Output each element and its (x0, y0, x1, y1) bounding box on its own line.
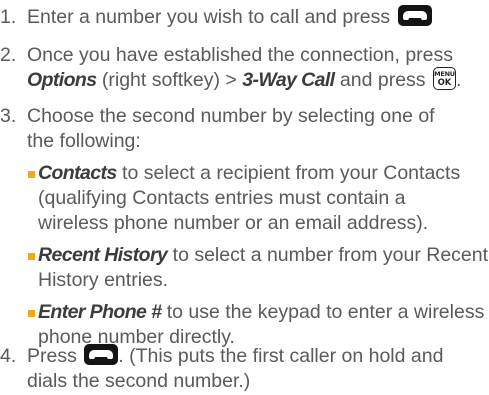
and-press-text: and press (334, 69, 426, 91)
ok-key-label: OK (437, 78, 452, 89)
bullet-term: Recent History (38, 244, 168, 266)
step-text-line-2: dials the second number.) (27, 370, 251, 392)
step-number: 1. (0, 6, 17, 28)
step-text-line-2: Options (right softkey) > 3-Way Call and… (27, 67, 462, 91)
three-way-call-label: 3-Way Call (242, 69, 335, 91)
bullet-line: to select a recipient from your Contacts (116, 162, 461, 184)
handset-icon (402, 11, 427, 21)
step-number: 2. (0, 44, 17, 66)
bullet-term: Contacts (38, 162, 117, 184)
bullet-text: Recent History to select a number from y… (38, 243, 488, 293)
bullet-term: Enter Phone # (38, 301, 162, 323)
step-body: Once you have established the connection… (27, 43, 487, 93)
press-text: Press (27, 345, 77, 367)
bullet-line: wireless phone number or an email addres… (38, 212, 429, 234)
step-text-rest: . (This puts the first caller on hold an… (118, 345, 444, 367)
step-body: Enter a number you wish to call and pres… (27, 5, 487, 30)
step-text-line-1: Press . (This puts the first caller on h… (27, 344, 487, 369)
options-suffix: (right softkey) > (96, 69, 243, 91)
step-text-line-1: Once you have established the connection… (27, 44, 454, 66)
bullet-square-icon (28, 171, 35, 178)
bullet-square-icon (28, 310, 35, 317)
bullet-text: Contacts to select a recipient from your… (38, 161, 488, 236)
talk-key-icon (84, 344, 119, 366)
options-softkey-label: Options (27, 69, 97, 91)
menu-ok-key-icon: MENU OK (432, 67, 456, 91)
bullet-text: Enter Phone # to use the keypad to enter… (38, 300, 488, 350)
handset-icon (89, 350, 114, 360)
step-text-line-2: the following: (27, 130, 141, 152)
bullet-line: to select a number from your Recent (167, 244, 489, 266)
step-body: Choose the second number by selecting on… (27, 104, 488, 348)
step-body: Press . (This puts the first caller on h… (27, 344, 487, 394)
bullet-line: to use the keypad to enter a wireless (161, 301, 485, 323)
bullet-square-icon (28, 253, 35, 260)
step-number: 4. (0, 345, 17, 367)
bullet-line: (qualifying Contacts entries must contai… (38, 187, 406, 209)
talk-key-icon (397, 5, 432, 27)
step-text: Enter a number you wish to call and pres… (27, 5, 487, 30)
step-text-line-1: Choose the second number by selecting on… (27, 105, 435, 127)
bullet-line: History entries. (38, 269, 169, 291)
menu-key-label: MENU (434, 70, 455, 79)
step-number: 3. (0, 105, 17, 127)
instruction-list: 1. Enter a number you wish to call and p… (0, 0, 489, 395)
step-text-main: Enter a number you wish to call and pres… (27, 6, 391, 28)
